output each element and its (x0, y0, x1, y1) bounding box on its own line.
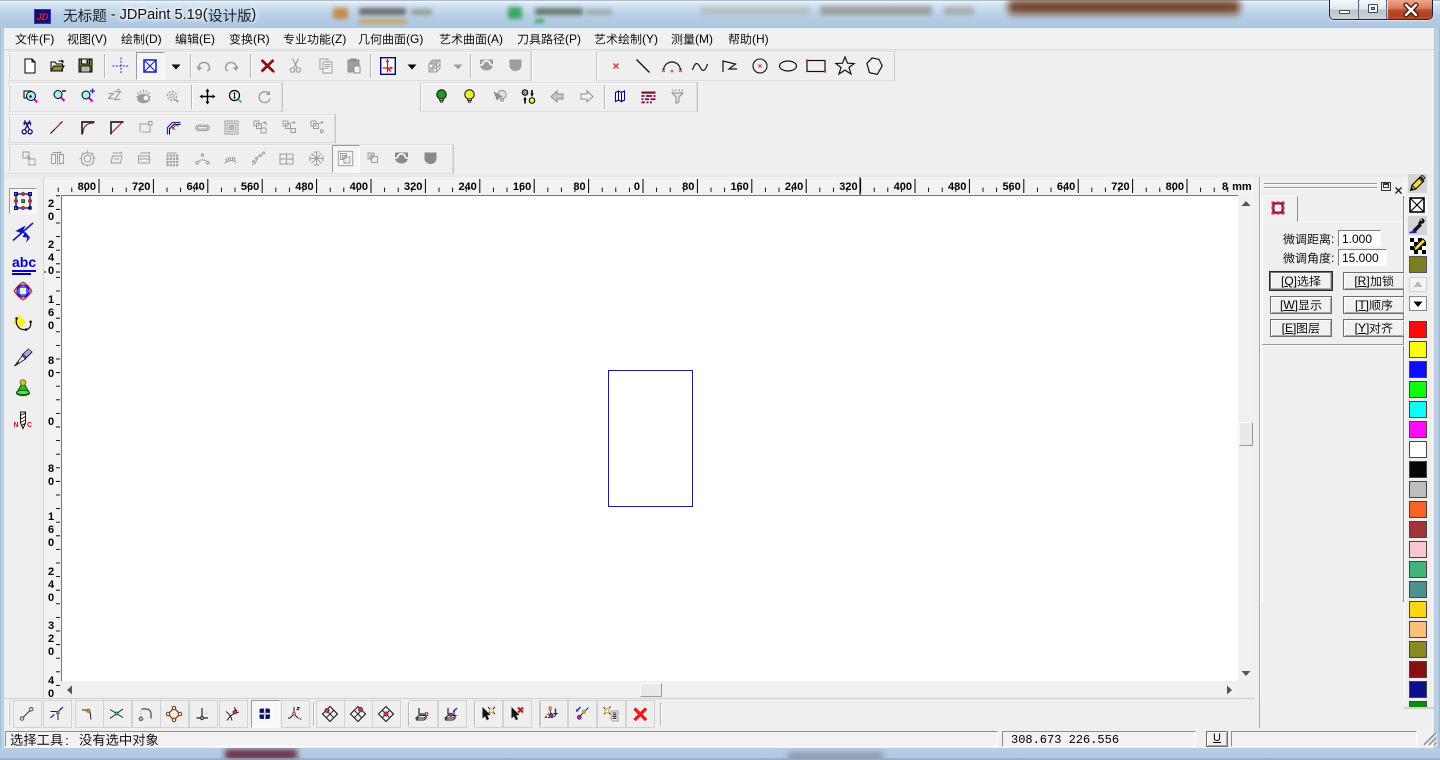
svg-text:C: C (27, 422, 32, 429)
svg-text:N: N (14, 422, 19, 429)
